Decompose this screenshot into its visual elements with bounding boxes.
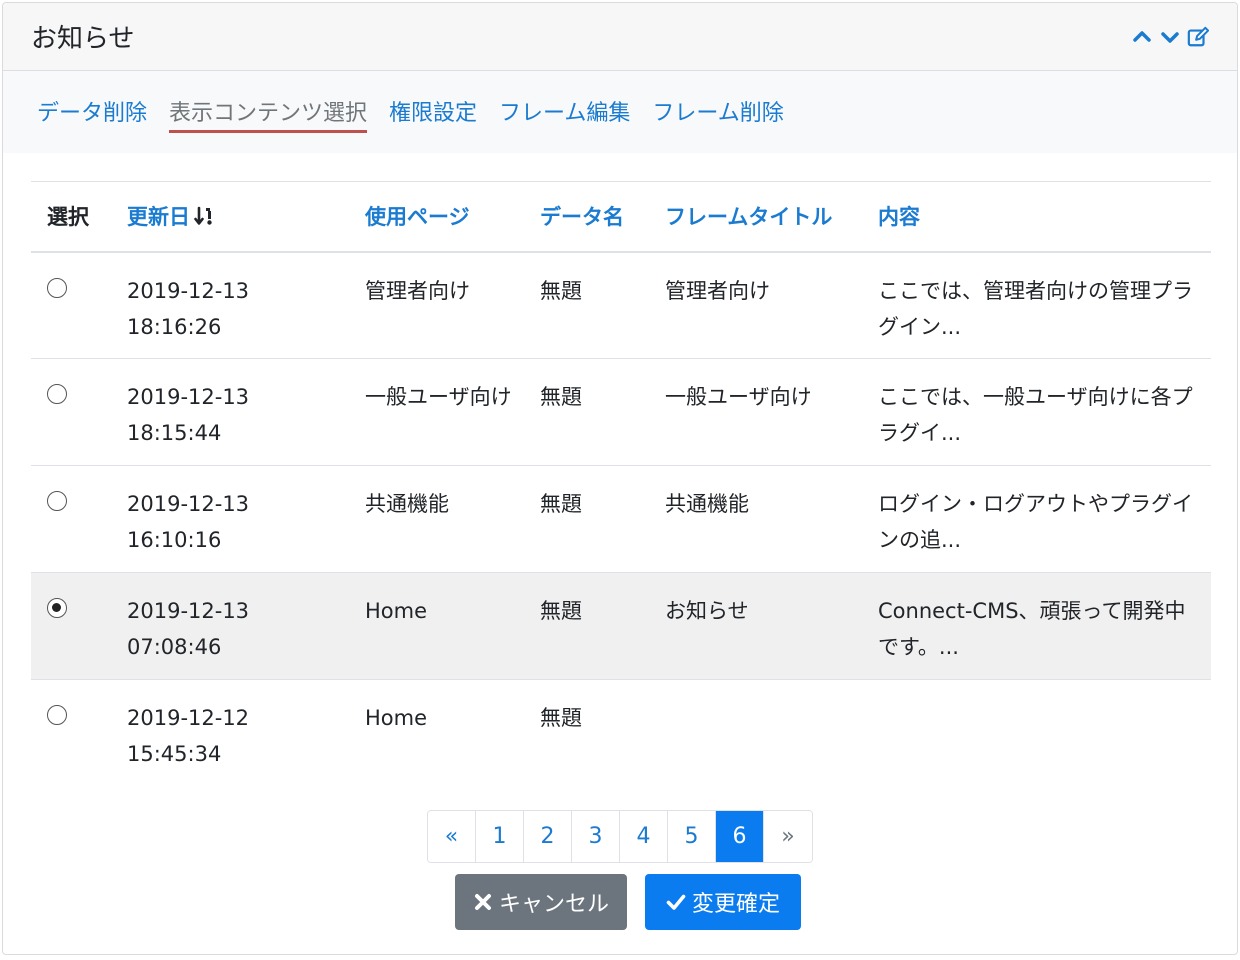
tab-select-content[interactable]: 表示コンテンツ選択 — [169, 71, 368, 133]
row-time: 18:16:26 — [127, 314, 222, 339]
header-body[interactable]: 内容 — [878, 181, 1211, 253]
row-name: 無題 — [540, 572, 665, 680]
row-page: Home — [365, 572, 540, 680]
row-frame-title: 一般ユーザ向け — [665, 358, 878, 466]
frame-settings-nav: データ削除 表示コンテンツ選択 権限設定 フレーム編集 フレーム削除 — [3, 71, 1237, 153]
row-date: 2019-12-12 — [127, 706, 250, 730]
page-next-button[interactable]: » — [764, 811, 812, 862]
action-buttons: キャンセル 変更確定 — [455, 874, 801, 930]
table-header-row: 選択 更新日 使用ページ データ名 フレームタイトル 内容 — [31, 181, 1211, 253]
cancel-button-label: キャンセル — [498, 892, 609, 917]
card-header: お知らせ — [3, 3, 1237, 71]
frame-card: お知らせ データ削除 表示コンテンツ選択 権限設定 フレーム編集 フレーム削除 … — [2, 2, 1238, 955]
select-radio[interactable] — [47, 277, 67, 298]
row-name: 無題 — [540, 358, 665, 466]
edit-icon[interactable] — [1187, 26, 1209, 48]
row-name: 無題 — [540, 251, 665, 359]
select-radio-checked[interactable] — [47, 598, 67, 618]
content-area: 選択 更新日 使用ページ データ名 フレームタイトル 内容 2019-12-13… — [3, 153, 1237, 787]
table-row: 2019-12-13 18:15:44 一般ユーザ向け 無題 一般ユーザ向け ここ… — [31, 358, 1211, 466]
table-row: 2019-12-12 15:45:34 Home 無題 — [31, 680, 1211, 787]
header-frame-title[interactable]: フレームタイトル — [665, 181, 878, 253]
table-row: 2019-12-13 16:10:16 共通機能 無題 共通機能 ログイン・ログア… — [31, 465, 1211, 573]
header-icons — [1131, 26, 1209, 48]
chevron-up-icon[interactable] — [1131, 26, 1153, 48]
table-row-selected: 2019-12-13 07:08:46 Home 無題 お知らせ Connect-… — [31, 572, 1211, 680]
row-time: 07:08:46 — [127, 635, 222, 659]
cancel-button[interactable]: キャンセル — [455, 874, 627, 930]
row-frame-title: 管理者向け — [665, 251, 878, 359]
row-date: 2019-12-13 — [127, 492, 250, 516]
row-page: 共通機能 — [365, 465, 540, 573]
tab-permissions[interactable]: 権限設定 — [389, 71, 477, 133]
row-date: 2019-12-13 — [127, 278, 250, 303]
row-name: 無題 — [540, 465, 665, 573]
row-name: 無題 — [540, 706, 582, 730]
row-page: 管理者向け — [365, 251, 540, 359]
page-6-button-current[interactable]: 6 — [716, 811, 764, 862]
row-body: ここでは、管理者向けの管理プラグイン... — [878, 251, 1211, 359]
header-page[interactable]: 使用ページ — [365, 181, 540, 253]
row-time: 18:15:44 — [127, 421, 222, 445]
row-date: 2019-12-13 — [127, 599, 250, 623]
tab-frame-edit[interactable]: フレーム編集 — [499, 71, 630, 133]
select-radio[interactable] — [47, 705, 67, 725]
confirm-button-label: 変更確定 — [691, 892, 780, 917]
header-updated-label: 更新日 — [127, 205, 190, 230]
tab-frame-delete[interactable]: フレーム削除 — [652, 71, 783, 133]
row-body — [878, 680, 1211, 787]
close-icon — [474, 894, 491, 910]
page-4-button[interactable]: 4 — [620, 811, 668, 862]
page-2-button[interactable]: 2 — [524, 811, 572, 862]
content-table: 選択 更新日 使用ページ データ名 フレームタイトル 内容 2019-12-13… — [31, 181, 1211, 787]
row-frame-title: お知らせ — [665, 572, 878, 680]
row-body: ここでは、一般ユーザ向けに各プラグイ... — [878, 358, 1211, 466]
row-body: ログイン・ログアウトやプラグインの追... — [878, 465, 1211, 573]
row-time: 15:45:34 — [127, 742, 222, 766]
frame-title: お知らせ — [31, 24, 135, 54]
page-3-button[interactable]: 3 — [572, 811, 620, 862]
page-1-button[interactable]: 1 — [476, 811, 524, 862]
sort-desc-icon[interactable] — [194, 205, 216, 227]
row-frame-title: 共通機能 — [665, 465, 878, 573]
table-row: 2019-12-13 18:16:26 管理者向け 無題 管理者向け ここでは、管… — [31, 251, 1211, 359]
row-date: 2019-12-13 — [127, 385, 250, 409]
header-name[interactable]: データ名 — [540, 181, 665, 253]
select-radio[interactable] — [47, 384, 67, 404]
header-select: 選択 — [31, 181, 127, 253]
header-updated[interactable]: 更新日 — [127, 181, 365, 253]
row-body: Connect-CMS、頑張って開発中です。... — [878, 572, 1211, 680]
select-radio[interactable] — [47, 491, 67, 511]
pagination: « 1 2 3 4 5 6 » — [427, 810, 813, 863]
row-time: 16:10:16 — [127, 528, 222, 552]
row-frame-title — [665, 680, 878, 787]
page-prev-button[interactable]: « — [428, 811, 476, 862]
confirm-button[interactable]: 変更確定 — [645, 874, 801, 930]
row-page: Home — [365, 706, 428, 730]
check-icon — [666, 894, 686, 910]
page-5-button[interactable]: 5 — [668, 811, 716, 862]
chevron-down-icon[interactable] — [1159, 26, 1181, 48]
row-page: 一般ユーザ向け — [365, 358, 540, 466]
tab-delete-data[interactable]: データ削除 — [37, 71, 147, 133]
